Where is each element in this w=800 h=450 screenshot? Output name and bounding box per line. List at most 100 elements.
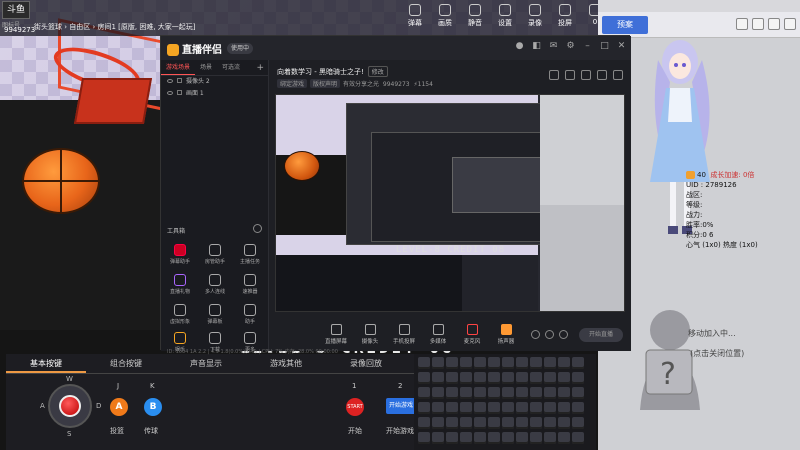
barrage-button[interactable]: 弹幕 [400, 4, 430, 28]
tool-item[interactable]: 弹幕助手 [163, 244, 197, 265]
tool-item[interactable]: 房管助手 [198, 244, 232, 265]
toolbox-title: 工具箱 [167, 228, 186, 235]
start-button[interactable]: START [346, 398, 364, 416]
expand-icon[interactable] [613, 70, 623, 80]
edit-title-button[interactable]: 修改 [367, 66, 388, 77]
stream-actions: 弹幕 画质 静音 设置 录像 投屏 0 [400, 4, 610, 28]
record-icon[interactable] [531, 330, 540, 339]
num-2-label: 2 [398, 382, 403, 390]
tab-basic-keys[interactable]: 基本按键 [6, 354, 86, 373]
quality-button[interactable]: 画质 [430, 4, 460, 28]
visibility-icon[interactable] [545, 330, 554, 339]
bell-icon[interactable] [597, 70, 607, 80]
preview-placeholder [540, 205, 624, 311]
eye-icon[interactable] [167, 91, 173, 95]
status-badge[interactable]: 使用中 [227, 43, 254, 54]
tool-item[interactable]: 助手 [233, 304, 267, 325]
eye-icon[interactable] [167, 79, 173, 83]
chat-icon[interactable] [736, 18, 748, 30]
list-icon[interactable] [768, 18, 780, 30]
minimize-icon[interactable]: – [582, 41, 593, 52]
copyright-chip[interactable]: 版权声明 [310, 79, 341, 88]
stream-preview[interactable]: LEVEL-8 CREDIT 08 [275, 94, 625, 312]
douyu-logo[interactable]: 斗鱼 [2, 1, 30, 19]
message-icon[interactable]: ✉ [548, 41, 559, 52]
record-icon [529, 4, 541, 16]
dpad-down-label: S [67, 430, 72, 438]
live-companion-window: 直播伴侣 使用中 ● ◧ ✉ ⚙ – □ ✕ 游戏场景 场景 可选流 + 摄像头… [160, 35, 631, 355]
settings-gear-icon[interactable] [559, 330, 568, 339]
share-icon[interactable] [581, 70, 591, 80]
mic-icon [466, 324, 478, 335]
add-scene-button[interactable]: + [256, 60, 268, 75]
record-button[interactable]: 录像 [520, 4, 550, 28]
close-icon[interactable]: ✕ [616, 41, 627, 52]
tab-sound[interactable]: 声音显示 [166, 354, 246, 373]
camera-button[interactable]: 摄像头 [351, 324, 389, 345]
virtual-controller: 基本按键 组合按键 声音显示 游戏其他 录像回放 W A D S J K A B… [6, 354, 416, 450]
phone-cast-button[interactable]: 手机投屏 [385, 324, 423, 345]
speaker-button[interactable]: 扬声器 [487, 324, 525, 345]
cast-button[interactable]: 投屏 [550, 4, 580, 28]
keyboard-camera [414, 354, 596, 450]
dpad-right-label: D [96, 402, 102, 410]
start-game-button[interactable]: 开始游戏 [386, 398, 416, 414]
record-dot-icon[interactable]: ● [514, 41, 525, 52]
scene-tabs: 游戏场景 场景 可选流 + [161, 60, 268, 76]
tool-item[interactable]: 弹幕板 [198, 304, 232, 325]
level-badge-icon [686, 171, 695, 179]
tool-item[interactable]: 速推器 [233, 274, 267, 295]
lock-icon[interactable] [177, 78, 182, 83]
joystick-knob[interactable] [59, 395, 81, 417]
tool-item[interactable]: 主播任务 [233, 244, 267, 265]
bind-game-chip[interactable]: 绑定游戏 [277, 79, 308, 88]
preview-game [276, 95, 552, 255]
settings-icon[interactable]: ⚙ [565, 41, 576, 52]
microphone-button[interactable]: 麦克风 [453, 324, 491, 345]
tool-item[interactable]: 虚拟形象 [163, 304, 197, 325]
camera-icon [364, 324, 376, 335]
start-live-button[interactable]: 开始直播 [579, 328, 623, 342]
fun-icon [174, 332, 186, 344]
tab-game-other[interactable]: 游戏其他 [246, 354, 326, 373]
preview-basketball [284, 151, 320, 181]
tab-combo-keys[interactable]: 组合按键 [86, 354, 166, 373]
source-item[interactable]: 画面 1 [161, 88, 268, 100]
close-position-link[interactable]: (点击关闭位置) [690, 348, 744, 359]
pass-label: 传球 [144, 427, 158, 435]
placeholder-avatar-icon: ? [640, 310, 700, 410]
hoop-base [73, 78, 153, 124]
title-bar: 直播伴侣 使用中 ● ◧ ✉ ⚙ – □ ✕ [161, 36, 631, 60]
dpad-joystick[interactable] [48, 384, 92, 428]
nested-window-3 [452, 157, 548, 213]
tab-scene[interactable]: 场景 [195, 60, 217, 75]
key-k-label: K [150, 382, 155, 390]
source-item[interactable]: 摄像头 2 [161, 76, 268, 88]
grid-icon[interactable] [549, 70, 559, 80]
maximize-icon[interactable]: □ [599, 41, 610, 52]
settings-button[interactable]: 设置 [490, 4, 520, 28]
svg-text:?: ? [660, 357, 676, 392]
skin-icon[interactable]: ◧ [531, 41, 542, 52]
screen-capture-button[interactable]: 直播屏幕 [317, 324, 355, 345]
tab-replay[interactable]: 录像回放 [326, 354, 406, 373]
mute-icon [469, 4, 481, 16]
copy-icon[interactable] [565, 70, 575, 80]
tool-item[interactable]: 多人连线 [198, 274, 232, 295]
media-button[interactable]: 多媒体 [419, 324, 457, 345]
controller-tabs: 基本按键 组合按键 声音显示 游戏其他 录像回放 [6, 354, 414, 374]
preview-level-text: LEVEL-8 CREDIT 08 [396, 245, 506, 255]
stream-title: 街头篮球 › 自由区 › 房间1 [原版, 困难, 大家一起玩] [34, 23, 196, 31]
gift-icon[interactable] [752, 18, 764, 30]
toolbox-settings-icon[interactable] [253, 224, 262, 233]
gear-icon [499, 4, 511, 16]
tab-game-scene[interactable]: 游戏场景 [161, 60, 196, 75]
button-a[interactable]: A [110, 398, 128, 416]
tab-optional[interactable]: 可选流 [217, 60, 245, 75]
button-b[interactable]: B [144, 398, 162, 416]
nested-window [346, 103, 552, 245]
tool-item[interactable]: 直播礼物 [163, 274, 197, 295]
lock-icon[interactable] [177, 90, 182, 95]
close-icon[interactable] [784, 18, 796, 30]
mute-button[interactable]: 静音 [460, 4, 490, 28]
